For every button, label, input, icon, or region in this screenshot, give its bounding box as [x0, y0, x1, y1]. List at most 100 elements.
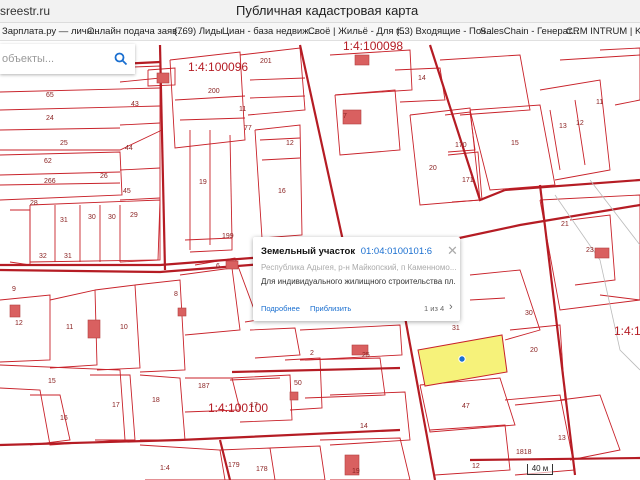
parcel-label: 6: [216, 263, 220, 270]
building-4: [87, 319, 101, 339]
parcel-label: 15: [511, 140, 519, 147]
parcel-label: 26: [100, 173, 108, 180]
window-title: Публичная кадастровая карта: [236, 3, 419, 18]
parcel-label: 2: [310, 350, 314, 357]
parcel-label: 30: [88, 214, 96, 221]
parcel-label: 24: [46, 115, 54, 122]
quarter-label: 1:4:100100: [208, 401, 268, 415]
parcel-label: 31: [452, 325, 460, 332]
parcel-label: 1:4: [160, 465, 170, 472]
parcel-label: 30: [108, 214, 116, 221]
search-input[interactable]: [0, 44, 112, 74]
parcel-label: 16: [278, 188, 286, 195]
parcel-label: 179: [228, 462, 240, 469]
parcel-label: 13: [559, 123, 567, 130]
parcel-label: 29: [130, 212, 138, 219]
parcel-label: 170: [455, 142, 467, 149]
parcel-label: 50: [294, 380, 302, 387]
parcel-label: 47: [462, 403, 470, 410]
building-3: [354, 54, 370, 66]
parcel-label: 15: [48, 378, 56, 385]
parcel-label: 12: [576, 120, 584, 127]
popup-address: Республика Адыгея, р-н Майкопский, п Кам…: [261, 263, 456, 272]
quarter-label: 1:4:100096: [188, 60, 248, 74]
parcel-label: 25: [362, 352, 370, 359]
parcel-label: 12: [15, 320, 23, 327]
parcel-label: 62: [44, 158, 52, 165]
building-7: [594, 247, 610, 259]
parcel-label: 43: [131, 101, 139, 108]
parcel-label: 11: [596, 99, 603, 106]
parcel-label: 32: [39, 253, 47, 260]
bookmark-zarplata[interactable]: Зарплата.ру — личн...: [2, 26, 100, 37]
parcel-label: 187: [198, 383, 210, 390]
parcel-label: 11: [66, 324, 73, 331]
popup-title: Земельный участок 01:04:0100101:6: [261, 246, 432, 257]
parcel-label: 20: [530, 347, 538, 354]
parcel-label: 19: [199, 179, 207, 186]
parcel-label: 65: [46, 92, 54, 99]
bookmark-online[interactable]: Онлайн подача заяв...: [87, 26, 185, 37]
parcel-label: 16: [60, 415, 68, 422]
zoom-in-link[interactable]: Приблизить: [310, 304, 351, 313]
building-10: [289, 391, 299, 401]
parcel-label: 171: [462, 177, 474, 184]
parcel-label: 31: [60, 217, 68, 224]
parcel-label: 18: [152, 397, 160, 404]
parcel-label: 17: [250, 402, 258, 409]
roads: [554, 179, 640, 371]
parcel-label: 7: [343, 113, 347, 120]
address-bar[interactable]: sreestr.ru: [0, 4, 50, 18]
parcel-label: 11: [239, 106, 246, 113]
bookmark-svoe[interactable]: Своё | Жильё - Для т...: [308, 26, 407, 37]
building-6: [177, 307, 187, 317]
parcel-label: 19: [352, 468, 360, 475]
parcel-label: 30: [525, 310, 533, 317]
parcel-label: 45: [123, 188, 131, 195]
parcel-label: 266: [44, 178, 56, 185]
chevron-right-icon[interactable]: ›: [449, 301, 453, 313]
parcel-label: 8: [174, 291, 178, 298]
parcel-label: 13: [558, 435, 566, 442]
details-link[interactable]: Подробнее: [261, 304, 300, 313]
parcel-label: 12: [472, 463, 480, 470]
search-box[interactable]: [0, 44, 135, 74]
parcel-label: 44: [125, 145, 133, 152]
parcel-label: 31: [64, 253, 72, 260]
cadastral-number-link[interactable]: 01:04:0100101:6: [361, 246, 432, 257]
bookmark-crm[interactable]: CRM INTRUM | KN1...: [566, 26, 640, 37]
close-icon[interactable]: ✕: [447, 243, 458, 259]
bookmark-saleschain[interactable]: SalesChain - Генерат...: [480, 26, 579, 37]
quarter-labels: 1:4:100096 1:4:100098 1:4:100100 1:4:10: [188, 41, 640, 415]
parcel-label: 14: [360, 423, 368, 430]
bookmarks-bar: Зарплата.ру — личн... Онлайн подача заяв…: [0, 23, 640, 41]
parcel-label: 199: [222, 233, 234, 240]
parcel-label: 178: [256, 466, 268, 473]
building-11: [225, 260, 239, 270]
parcel-label: 200: [208, 88, 220, 95]
parcel-label: 201: [260, 58, 272, 65]
parcel-label: 28: [30, 200, 38, 207]
building-1: [156, 72, 170, 84]
bookmark-leads[interactable]: (769) Лиды: [174, 26, 223, 37]
quarter-label: 1:4:10: [614, 324, 640, 338]
parcel-label: 21: [561, 221, 569, 228]
scale-bar: 40 м: [527, 464, 553, 475]
quarter-label: 1:4:100098: [343, 41, 403, 53]
parcel-label: 1818: [516, 449, 532, 456]
search-icon[interactable]: [114, 52, 128, 66]
parcel-label: 77: [244, 125, 252, 132]
popup-permitted-use: Для индивидуального жилищного строительс…: [261, 277, 456, 286]
building-5: [9, 304, 21, 318]
parcel-label: 25: [60, 140, 68, 147]
selected-marker-icon[interactable]: [458, 355, 466, 363]
popup-heading: Земельный участок: [261, 246, 356, 257]
parcel-label: 10: [120, 324, 128, 331]
parcel-label: 12: [286, 140, 294, 147]
browser-titlebar: sreestr.ru Публичная кадастровая карта: [0, 0, 640, 23]
parcel-label: 14: [418, 75, 426, 82]
bookmark-cian[interactable]: Циан - база недвиж...: [222, 26, 316, 37]
result-counter: 1 из 4: [424, 304, 445, 313]
parcel-label: 23: [586, 247, 594, 254]
parcel-info-popup: Земельный участок 01:04:0100101:6 ✕ Респ…: [253, 237, 460, 321]
